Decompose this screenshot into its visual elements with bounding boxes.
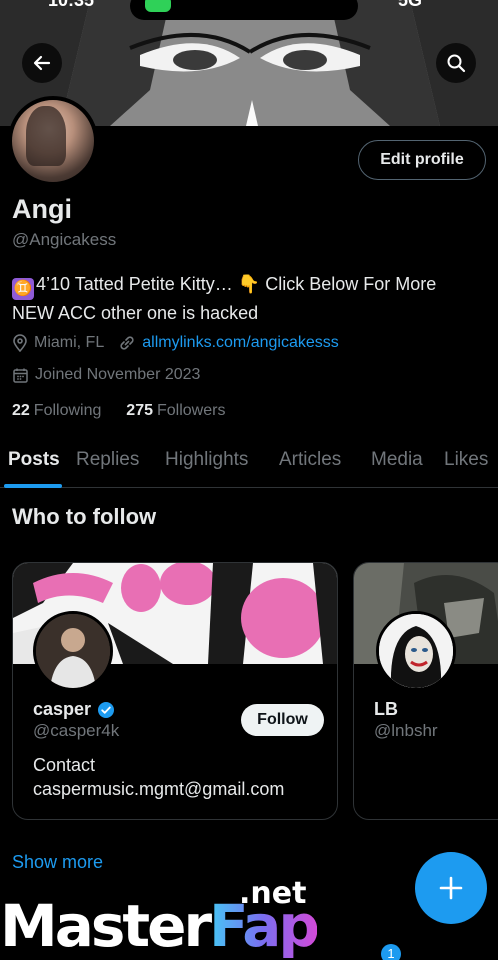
card-avatar-photo — [379, 614, 453, 688]
search-button[interactable] — [436, 43, 476, 83]
followers-link[interactable]: 275 Followers — [126, 402, 225, 419]
profile-website-link[interactable]: allmylinks.com/angicakesss — [142, 334, 339, 352]
plus-icon — [439, 876, 463, 900]
profile-avatar[interactable] — [8, 96, 98, 186]
search-icon — [447, 54, 466, 73]
bio-line-2: NEW ACC other one is hacked — [12, 303, 259, 323]
card-handle: @lnbshr — [374, 721, 438, 740]
profile-name: Angi — [12, 194, 72, 224]
profile-bio: ♊ 4’10 Tatted Petite Kitty… 👇 Click Below… — [12, 271, 492, 326]
follow-suggestion-card[interactable]: LB @lnbshr — [353, 562, 498, 820]
status-time: 10:35 — [48, 0, 95, 10]
card-name: casper — [33, 699, 92, 719]
card-avatar-photo — [36, 614, 110, 688]
call-indicator — [145, 0, 171, 12]
tab-posts[interactable]: Posts — [8, 449, 60, 471]
gemini-emoji-icon: ♊ — [12, 278, 34, 300]
verified-badge-icon — [98, 701, 115, 718]
profile-location: Miami, FL — [34, 334, 105, 351]
tab-media[interactable]: Media — [371, 449, 423, 471]
card-handle: @casper4k — [33, 721, 120, 740]
following-count: 22 — [12, 402, 30, 419]
card-name-row: casper — [33, 699, 115, 720]
watermark-master: Master — [0, 892, 212, 960]
card-name: LB — [374, 699, 398, 719]
card-bio-line-2: caspermusic.mgmt@gmail.com — [33, 779, 285, 799]
card-bio: Contact caspermusic.mgmt@gmail.com — [33, 753, 284, 801]
show-more-link[interactable]: Show more — [12, 852, 103, 873]
link-icon — [120, 336, 134, 350]
profile-meta-joined: Joined November 2023 — [12, 366, 200, 384]
back-button[interactable] — [22, 43, 62, 83]
who-to-follow-title: Who to follow — [12, 504, 157, 529]
edit-profile-button[interactable]: Edit profile — [358, 140, 486, 180]
tab-likes[interactable]: Likes — [444, 449, 488, 471]
compose-fab[interactable] — [415, 852, 487, 924]
follow-button[interactable]: Follow — [241, 704, 324, 736]
tab-replies[interactable]: Replies — [76, 449, 139, 471]
notification-badge: 1 — [381, 944, 401, 960]
card-bio-line-1: Contact — [33, 755, 96, 775]
watermark-logo: MasterFap — [0, 892, 320, 960]
active-tab-indicator — [4, 484, 62, 488]
watermark-fap: Fap — [209, 892, 320, 960]
location-pin-icon — [13, 334, 27, 352]
profile-tabs: Posts Replies Highlights Articles Media … — [0, 438, 498, 488]
following-link[interactable]: 22 Following — [12, 402, 101, 419]
profile-handle: @Angicakess — [12, 230, 117, 249]
followers-count: 275 — [126, 402, 153, 419]
tab-highlights[interactable]: Highlights — [165, 449, 248, 471]
tab-articles[interactable]: Articles — [279, 449, 341, 471]
bio-line-1: 4’10 Tatted Petite Kitty… 👇 Click Below … — [36, 274, 437, 294]
followers-label: Followers — [157, 402, 226, 419]
profile-joined: Joined November 2023 — [35, 366, 201, 383]
card-name-row: LB — [374, 699, 398, 720]
calendar-icon — [13, 368, 28, 383]
profile-meta-location: Miami, FL allmylinks.com/angicakesss — [12, 334, 339, 352]
card-avatar[interactable] — [376, 611, 456, 691]
following-label: Following — [33, 402, 102, 419]
follow-stats: 22 Following 275 Followers — [12, 402, 225, 420]
status-signal: 5G — [398, 0, 423, 10]
follow-suggestion-card[interactable]: casper @casper4k Contact caspermusic.mgm… — [12, 562, 338, 820]
arrow-left-icon — [33, 55, 51, 71]
card-avatar[interactable] — [33, 611, 113, 691]
